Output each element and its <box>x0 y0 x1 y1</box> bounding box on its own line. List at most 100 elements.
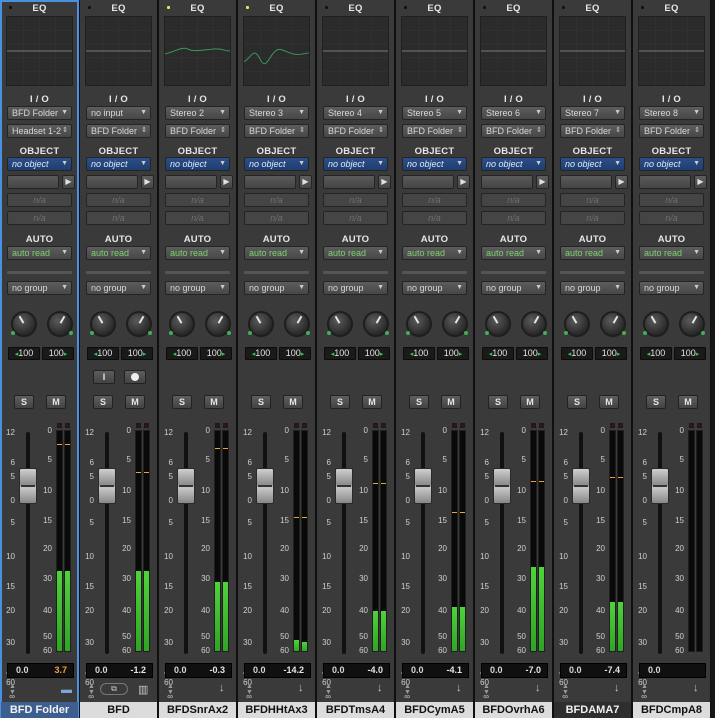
fader-track[interactable] <box>421 432 425 654</box>
pan-right-knob[interactable] <box>47 311 73 337</box>
mute-button[interactable]: M <box>362 395 382 409</box>
input-selector[interactable]: Stereo 5 ▼ <box>402 106 467 120</box>
fader-track[interactable] <box>26 432 30 654</box>
fader-track[interactable] <box>263 432 267 654</box>
volume-fader[interactable] <box>493 468 511 504</box>
folder-icon[interactable]: ▬ <box>61 684 72 696</box>
volume-value[interactable]: 0.0 <box>490 664 503 677</box>
pan-right-value[interactable]: 100▸ <box>595 347 627 360</box>
output-selector[interactable]: BFD Folder ⇕ <box>402 124 467 138</box>
pan-left-value[interactable]: ◂100 <box>640 347 672 360</box>
output-selector[interactable]: BFD Folder ⇕ <box>481 124 546 138</box>
object-selector[interactable]: no object ▼ <box>481 157 546 171</box>
output-selector[interactable]: BFD Folder ⇕ <box>560 124 625 138</box>
group-selector[interactable]: no group ▼ <box>323 281 388 295</box>
volume-value[interactable]: 0.0 <box>95 664 108 677</box>
input-selector[interactable]: Stereo 2 ▼ <box>165 106 230 120</box>
play-icon[interactable]: ▶ <box>536 175 549 189</box>
volume-value[interactable]: 0.0 <box>569 664 582 677</box>
pan-left-knob[interactable] <box>169 311 195 337</box>
automation-mode-selector[interactable]: auto read ▼ <box>244 246 309 260</box>
input-selector[interactable]: BFD Folder ▼ <box>7 106 72 120</box>
pan-right-knob[interactable] <box>363 311 389 337</box>
pan-left-value[interactable]: ◂100 <box>403 347 435 360</box>
input-selector[interactable]: Stereo 6 ▼ <box>481 106 546 120</box>
pan-left-value[interactable]: ◂100 <box>482 347 514 360</box>
pan-left-knob[interactable] <box>564 311 590 337</box>
pan-right-knob[interactable] <box>205 311 231 337</box>
eq-graph[interactable] <box>401 16 468 86</box>
clip-indicator[interactable] <box>610 423 615 428</box>
updown-arrows-icon[interactable]: ▲ ▼ <box>246 683 253 696</box>
solo-button[interactable]: S <box>488 395 508 409</box>
object-selector[interactable]: no object ▼ <box>165 157 230 171</box>
object-bus-bar[interactable] <box>323 175 375 189</box>
solo-button[interactable]: S <box>172 395 192 409</box>
output-selector[interactable]: BFD Folder ⇕ <box>244 124 309 138</box>
track-name[interactable]: BFDCymA5 <box>396 702 473 718</box>
clip-indicator[interactable] <box>618 423 623 428</box>
output-selector[interactable]: Headset 1-2 ⇕ <box>7 124 72 138</box>
input-selector[interactable]: no input ▼ <box>86 106 151 120</box>
down-arrow-icon[interactable]: ↓ <box>377 682 383 694</box>
volume-value[interactable]: 0.0 <box>16 664 29 677</box>
object-bus-bar[interactable] <box>165 175 217 189</box>
down-arrow-icon[interactable]: ↓ <box>456 682 462 694</box>
output-selector[interactable]: BFD Folder ⇕ <box>323 124 388 138</box>
eq-graph[interactable] <box>638 16 705 86</box>
track-name[interactable]: BFD Folder <box>1 702 78 718</box>
eq-graph[interactable] <box>559 16 626 86</box>
automation-mode-selector[interactable]: auto read ▼ <box>639 246 704 260</box>
object-selector[interactable]: no object ▼ <box>86 157 151 171</box>
pan-left-value[interactable]: ◂100 <box>8 347 40 360</box>
pan-right-value[interactable]: 100▸ <box>358 347 390 360</box>
peak-value[interactable]: -1.2 <box>130 664 146 677</box>
eq-graph[interactable] <box>85 16 152 86</box>
pan-left-knob[interactable] <box>248 311 274 337</box>
pan-left-knob[interactable] <box>327 311 353 337</box>
clip-indicator[interactable] <box>144 423 149 428</box>
pan-right-value[interactable]: 100▸ <box>516 347 548 360</box>
play-icon[interactable]: ▶ <box>299 175 312 189</box>
down-arrow-icon[interactable]: ↓ <box>614 682 620 694</box>
track-name[interactable]: BFDOvrhA6 <box>475 702 552 718</box>
pan-right-value[interactable]: 100▸ <box>42 347 74 360</box>
play-icon[interactable]: ▶ <box>62 175 75 189</box>
object-bus-bar[interactable] <box>560 175 612 189</box>
eq-graph[interactable] <box>243 16 310 86</box>
mute-button[interactable]: M <box>125 395 145 409</box>
object-bus-bar[interactable] <box>481 175 533 189</box>
group-selector[interactable]: no group ▼ <box>481 281 546 295</box>
automation-mode-selector[interactable]: auto read ▼ <box>481 246 546 260</box>
fader-track[interactable] <box>500 432 504 654</box>
track-name[interactable]: BFDSnrAx2 <box>159 702 236 718</box>
volume-value[interactable]: 0.0 <box>174 664 187 677</box>
object-bus-bar[interactable] <box>402 175 454 189</box>
volume-value[interactable]: 0.0 <box>411 664 424 677</box>
pan-left-value[interactable]: ◂100 <box>561 347 593 360</box>
group-selector[interactable]: no group ▼ <box>244 281 309 295</box>
pan-right-knob[interactable] <box>284 311 310 337</box>
input-monitor-button[interactable]: I <box>93 370 115 384</box>
clip-indicator[interactable] <box>65 423 70 428</box>
clip-indicator[interactable] <box>531 423 536 428</box>
updown-arrows-icon[interactable]: ▲ ▼ <box>88 683 95 696</box>
object-selector[interactable]: no object ▼ <box>560 157 625 171</box>
solo-button[interactable]: S <box>646 395 666 409</box>
fader-track[interactable] <box>184 432 188 654</box>
clip-indicator[interactable] <box>381 423 386 428</box>
pan-right-value[interactable]: 100▸ <box>437 347 469 360</box>
solo-button[interactable]: S <box>93 395 113 409</box>
mute-button[interactable]: M <box>599 395 619 409</box>
track-name[interactable]: BFDAMA7 <box>554 702 631 718</box>
pan-right-value[interactable]: 100▸ <box>121 347 153 360</box>
midi-keyboard-icon[interactable]: ▥ <box>138 683 148 696</box>
object-selector[interactable]: no object ▼ <box>7 157 72 171</box>
clip-indicator[interactable] <box>57 423 62 428</box>
solo-button[interactable]: S <box>251 395 271 409</box>
object-selector[interactable]: no object ▼ <box>639 157 704 171</box>
fader-track[interactable] <box>658 432 662 654</box>
output-selector[interactable]: BFD Folder ⇕ <box>165 124 230 138</box>
clip-indicator[interactable] <box>302 423 307 428</box>
volume-fader[interactable] <box>177 468 195 504</box>
